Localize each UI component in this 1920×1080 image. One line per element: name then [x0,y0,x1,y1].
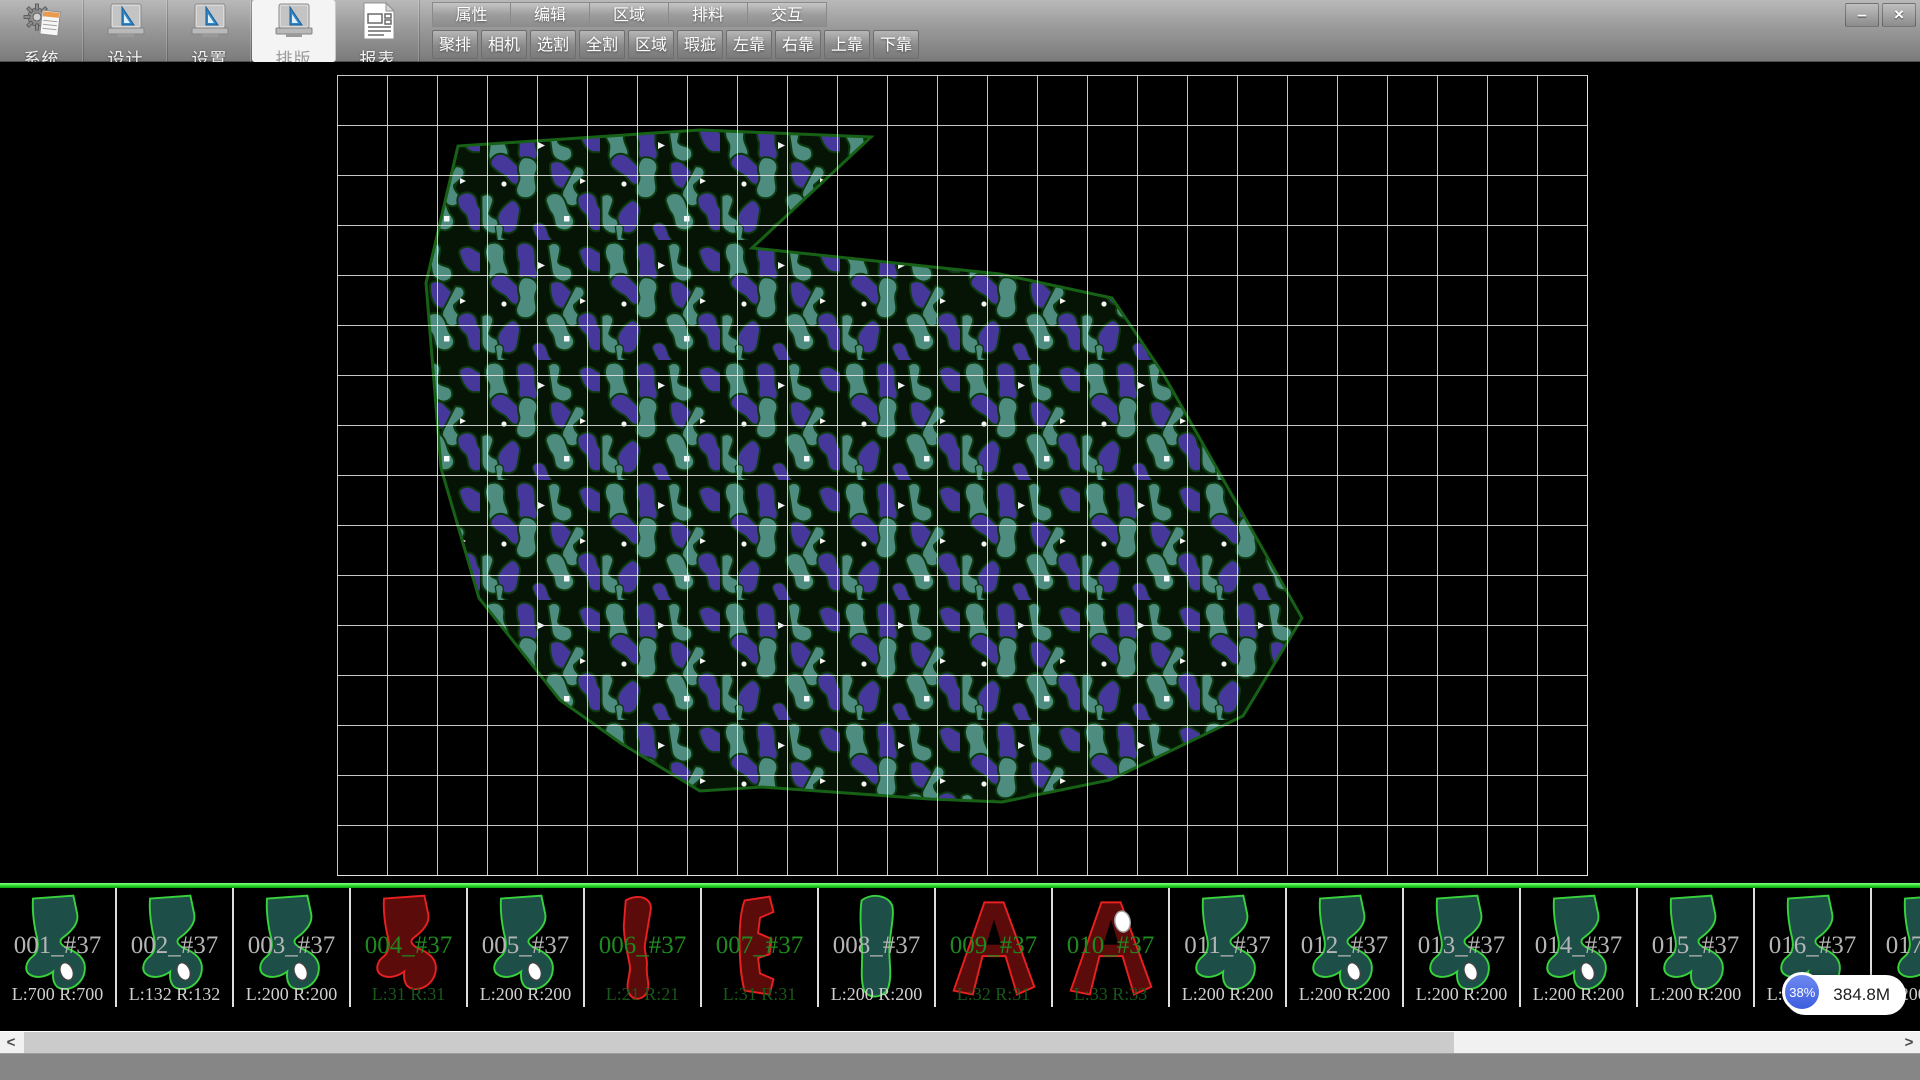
minimize-button[interactable]: – [1845,3,1879,27]
piece-lr-count-label: L:200 R:200 [1287,984,1402,1005]
piece-thumbnail-005_#37[interactable]: 005_#37 L:200 R:200 [468,888,585,1007]
piece-thumbnail-008_#37[interactable]: 008_#37 L:200 R:200 [819,888,936,1007]
piece-name-label: 001_#37 [0,932,115,960]
strip-bottom-gap [0,1007,1920,1031]
window-controls: – × [1845,3,1916,27]
tool-button-5[interactable]: 区域 [628,30,674,59]
piece-thumbnail-010_#37[interactable]: 010_#37 L:33 R:33 [1053,888,1170,1007]
tool-button-3[interactable]: 选割 [530,30,576,59]
nav-item-4[interactable]: 排版 [252,0,336,62]
report-document-icon [356,2,400,45]
piece-thumbnail-013_#37[interactable]: 013_#37 L:200 R:200 [1404,888,1521,1007]
piece-lr-count-label: L:200 R:200 [234,984,349,1005]
piece-thumbnails: 001_#37 L:700 R:700 002_#37 L:132 R:132 … [0,888,1920,1007]
piece-name-label: 013_#37 [1404,932,1519,960]
piece-thumbnail-002_#37[interactable]: 002_#37 L:132 R:132 [117,888,234,1007]
top-toolbar: 系统 设计 设置 排版 报表 属性编辑区域 [0,0,1920,62]
close-button[interactable]: × [1882,3,1916,27]
piece-thumbnail-009_#37[interactable]: 009_#37 L:32 R:31 [936,888,1053,1007]
piece-thumbnail-003_#37[interactable]: 003_#37 L:200 R:200 [234,888,351,1007]
piece-lr-count-label: L:200 R:200 [1404,984,1519,1005]
nesting-canvas[interactable] [0,62,1920,883]
tool-button-8[interactable]: 右靠 [775,30,821,59]
piece-thumbnail-015_#37[interactable]: 015_#37 L:200 R:200 [1638,888,1755,1007]
tool-button-10[interactable]: 下靠 [873,30,919,59]
piece-thumbnail-014_#37[interactable]: 014_#37 L:200 R:200 [1521,888,1638,1007]
piece-name-label: 002_#37 [117,932,232,960]
piece-lr-count-label: L:132 R:132 [117,984,232,1005]
piece-lr-count-label: L:200 R:200 [1170,984,1285,1005]
piece-name-label: 017_#37 [1872,932,1920,960]
piece-name-label: 012_#37 [1287,932,1402,960]
hide-outline [426,130,1302,802]
piece-name-label: 006_#37 [585,932,700,960]
piece-thumbnail-007_#37[interactable]: 007_#37 L:31 R:31 [702,888,819,1007]
tool-button-row: 聚排相机选割全割区域瑕疵左靠右靠上靠下靠 [432,30,919,59]
scroll-left-arrow-icon[interactable]: < [0,1032,22,1054]
piece-lr-count-label: L:32 R:31 [936,984,1051,1005]
piece-lr-count-label: L:31 R:31 [351,984,466,1005]
piece-library-strip: 001_#37 L:700 R:700 002_#37 L:132 R:132 … [0,883,1920,1007]
piece-name-label: 008_#37 [819,932,934,960]
piece-name-label: 003_#37 [234,932,349,960]
tool-button-7[interactable]: 左靠 [726,30,772,59]
piece-lr-count-label: L:200 R:200 [468,984,583,1005]
status-bar [0,1053,1920,1080]
piece-thumbnail-004_#37[interactable]: 004_#37 L:31 R:31 [351,888,468,1007]
piece-name-label: 011_#37 [1170,932,1285,960]
tool-button-2[interactable]: 相机 [481,30,527,59]
scroll-right-arrow-icon[interactable]: > [1898,1032,1920,1054]
piece-lr-count-label: L:700 R:700 [0,984,115,1005]
piece-lr-count-label: L:200 R:200 [819,984,934,1005]
menu-tab-4[interactable]: 排料 [669,2,748,27]
piece-name-label: 009_#37 [936,932,1051,960]
scrollbar-thumb[interactable] [24,1032,1454,1054]
main-nav: 系统 设计 设置 排版 报表 [0,0,420,62]
menu-tab-3[interactable]: 区域 [590,2,669,27]
piece-name-label: 015_#37 [1638,932,1753,960]
tool-button-6[interactable]: 瑕疵 [677,30,723,59]
piece-thumbnail-012_#37[interactable]: 012_#37 L:200 R:200 [1287,888,1404,1007]
menu-tab-5[interactable]: 交互 [748,2,827,27]
piece-lr-count-label: L:200 R:200 [1521,984,1636,1005]
app-window: { "window": { "minimize_label": "–", "cl… [0,0,1920,1080]
piece-lr-count-label: L:200 R:200 [1638,984,1753,1005]
piece-lr-count-label: L:31 R:31 [702,984,817,1005]
system-gear-icon [20,2,64,45]
menu-tab-2[interactable]: 编辑 [511,2,590,27]
piece-name-label: 014_#37 [1521,932,1636,960]
menu-tab-row: 属性编辑区域排料交互 [432,2,827,27]
usage-percent-indicator: 38% [1782,972,1822,1012]
nav-item-5[interactable]: 报表 [336,0,420,62]
piece-name-label: 005_#37 [468,932,583,960]
memory-usage-label: 384.8M [1833,985,1890,1005]
menu-tab-1[interactable]: 属性 [432,2,511,27]
nesting-ruler-icon [272,2,316,45]
tool-button-4[interactable]: 全割 [579,30,625,59]
piece-thumbnail-001_#37[interactable]: 001_#37 L:700 R:700 [0,888,117,1007]
design-ruler-icon [104,2,148,45]
piece-thumbnail-011_#37[interactable]: 011_#37 L:200 R:200 [1170,888,1287,1007]
nav-item-3[interactable]: 设置 [168,0,252,62]
horizontal-scrollbar[interactable]: < > [0,1031,1920,1053]
piece-name-label: 010_#37 [1053,932,1168,960]
piece-lr-count-label: L:33 R:33 [1053,984,1168,1005]
piece-name-label: 004_#37 [351,932,466,960]
tool-button-1[interactable]: 聚排 [432,30,478,59]
piece-name-label: 007_#37 [702,932,817,960]
piece-name-label: 016_#37 [1755,932,1870,960]
tool-button-9[interactable]: 上靠 [824,30,870,59]
piece-thumbnail-006_#37[interactable]: 006_#37 L:21 R:21 [585,888,702,1007]
leather-hide-nest[interactable] [0,62,1920,883]
piece-lr-count-label: L:21 R:21 [585,984,700,1005]
settings-ruler-icon [188,2,232,45]
material-usage-badge: 38% 384.8M [1785,975,1906,1015]
nav-item-1[interactable]: 系统 [0,0,84,62]
nav-item-2[interactable]: 设计 [84,0,168,62]
